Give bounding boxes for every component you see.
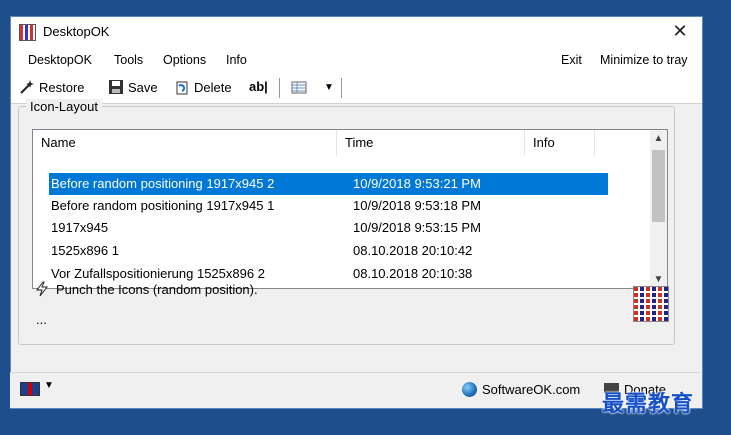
delete-label: Delete xyxy=(194,79,232,95)
grid-view-icon xyxy=(291,79,307,95)
toolbar: Restore Save Delete ab| ▼ xyxy=(11,73,702,104)
column-header-time[interactable]: Time xyxy=(337,130,525,156)
row-name: Before random positioning 1917x945 1 xyxy=(51,198,275,213)
punch-icons-label: Punch the Icons (random position). xyxy=(56,281,258,297)
lightning-icon xyxy=(34,281,50,297)
row-time: 10/9/2018 9:53:15 PM xyxy=(353,220,481,235)
row-time: 10/9/2018 9:53:18 PM xyxy=(353,198,481,213)
delete-button[interactable]: Delete xyxy=(174,79,232,95)
menu-tools[interactable]: Tools xyxy=(114,53,143,67)
restore-label: Restore xyxy=(39,79,85,95)
row-time: 10/9/2018 9:53:21 PM xyxy=(353,176,481,191)
column-header-name[interactable]: Name xyxy=(33,130,337,156)
window-title: DesktopOK xyxy=(43,24,110,39)
row-name: 1525x896 1 xyxy=(51,243,119,258)
icon-layout-group-label: Icon-Layout xyxy=(26,99,102,114)
punch-icons-link[interactable]: Punch the Icons (random position). xyxy=(34,281,258,297)
recycle-bin-icon xyxy=(174,79,190,95)
vertical-scrollbar[interactable]: ▲ ▼ xyxy=(650,130,667,288)
table-row[interactable]: 1525x896 1 08.10.2018 20:10:42 xyxy=(49,240,608,262)
close-button[interactable]: ✕ xyxy=(670,21,690,41)
column-header-info[interactable]: Info xyxy=(525,130,595,156)
row-time: 08.10.2018 20:10:42 xyxy=(353,243,473,258)
watermark-text: 最需教育 xyxy=(602,392,695,417)
table-row[interactable]: 1917x945 10/9/2018 9:53:15 PM xyxy=(49,217,608,239)
rename-button[interactable]: ab| xyxy=(249,79,268,94)
menu-exit[interactable]: Exit xyxy=(561,53,582,67)
desktopok-logo-icon xyxy=(633,286,669,322)
floppy-disk-icon xyxy=(108,79,124,95)
scrollbar-thumb[interactable] xyxy=(652,150,665,222)
save-label: Save xyxy=(128,79,158,95)
restore-button[interactable]: Restore xyxy=(19,79,85,95)
row-name: 1917x945 xyxy=(51,220,109,235)
app-logo-icon xyxy=(19,24,36,41)
more-info-ellipsis: ... xyxy=(36,312,47,327)
menu-desktopok[interactable]: DesktopOK xyxy=(28,53,92,67)
toolbar-separator xyxy=(279,78,280,98)
row-time: 08.10.2018 20:10:38 xyxy=(353,266,473,281)
menu-info[interactable]: Info xyxy=(226,53,247,67)
row-name: Before random positioning 1917x945 2 xyxy=(51,176,275,191)
table-row[interactable]: Before random positioning 1917x945 2 10/… xyxy=(49,173,608,195)
menu-bar: DesktopOK Tools Options Info Exit Minimi… xyxy=(11,47,702,73)
magic-wand-icon xyxy=(19,79,35,95)
toolbar-separator xyxy=(341,78,342,98)
save-button[interactable]: Save xyxy=(108,79,158,95)
title-bar: DesktopOK ✕ xyxy=(11,17,702,47)
menu-options[interactable]: Options xyxy=(163,53,206,67)
view-button[interactable] xyxy=(291,79,311,95)
layout-list[interactable]: Name Time Info Before random positioning… xyxy=(32,129,668,289)
menu-minimize-to-tray[interactable]: Minimize to tray xyxy=(600,53,688,67)
view-dropdown-button[interactable]: ▼ xyxy=(324,82,334,93)
scroll-up-arrow-icon[interactable]: ▲ xyxy=(650,130,667,147)
table-row[interactable]: Before random positioning 1917x945 1 10/… xyxy=(49,195,608,217)
